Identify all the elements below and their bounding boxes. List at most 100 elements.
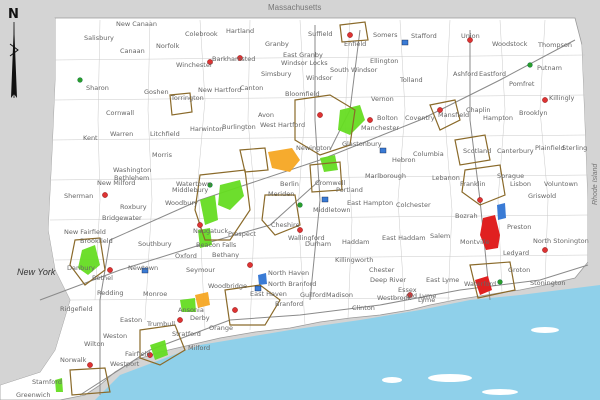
town-label: Brooklyn xyxy=(519,109,547,117)
town-label: Windsor Locks xyxy=(281,59,328,67)
town-label: Sterling xyxy=(562,144,587,152)
town-label: Plainfield xyxy=(535,144,565,152)
town-label: Avon xyxy=(258,111,274,119)
town-label: Colchester xyxy=(396,201,431,209)
town-label: Derby xyxy=(190,314,210,322)
town-label: North Haven xyxy=(268,269,309,277)
town-label: Preston xyxy=(507,223,531,231)
town-label: Harwinton xyxy=(190,125,223,133)
town-label: Somers xyxy=(373,31,398,39)
town-label: Middletown xyxy=(313,206,350,214)
town-label: East Haven xyxy=(250,290,287,298)
town-label: Wilton xyxy=(84,340,105,348)
town-label: Stafford xyxy=(411,32,437,40)
town-label: New Canaan xyxy=(116,20,157,28)
town-label: Litchfield xyxy=(150,130,180,138)
town-label: Ansonia xyxy=(178,306,204,314)
town-label: Clinton xyxy=(352,304,375,312)
town-label: Sharon xyxy=(86,84,109,92)
town-label: East Granby xyxy=(283,51,323,59)
town-label: Chaplin xyxy=(466,106,491,114)
town-label: Bolton xyxy=(377,114,398,122)
town-label: Thompson xyxy=(537,41,572,49)
town-label: Newtown xyxy=(128,264,158,272)
map-svg[interactable]: New Canaan Salisbury Colebrook Hartland … xyxy=(0,0,600,400)
town-label: Bethel xyxy=(92,274,113,282)
town-label: Bethany xyxy=(212,251,239,259)
town-label: Vernon xyxy=(371,95,394,103)
town-label: Montville xyxy=(460,238,490,246)
town-label: Killingworth xyxy=(335,256,373,264)
town-label: Griswold xyxy=(528,192,556,200)
town-label: Chester xyxy=(369,266,395,274)
town-label: Burlington xyxy=(222,123,256,131)
town-label: Deep River xyxy=(370,276,406,284)
town-label: Ashford xyxy=(453,70,478,78)
town-label: Beacon Falls xyxy=(196,241,237,249)
town-label: Scotland xyxy=(463,147,491,155)
town-label: Ellington xyxy=(370,57,398,65)
town-label: Milford xyxy=(188,344,210,352)
town-label: Naugatuck xyxy=(193,227,228,235)
town-label: Enfield xyxy=(344,40,366,48)
town-label: Hebron xyxy=(392,156,416,164)
town-label: Kent xyxy=(83,134,98,142)
town-label: Canton xyxy=(240,84,263,92)
town-label: North Stonington xyxy=(533,237,589,245)
town-label: Haddam xyxy=(342,238,369,246)
town-label: Coventry xyxy=(405,114,435,122)
town-label: Salisbury xyxy=(84,34,114,42)
town-label: South Windsor xyxy=(330,66,378,74)
town-label: East Lyme xyxy=(426,276,459,284)
town-label: Lebanon xyxy=(432,174,460,182)
town-label: Prospect xyxy=(228,230,256,238)
map-canvas[interactable]: New Canaan Salisbury Colebrook Hartland … xyxy=(0,0,600,400)
town-label: Meriden xyxy=(268,190,294,198)
town-label: Groton xyxy=(508,266,530,274)
town-label: Columbia xyxy=(413,150,444,158)
town-label: Greenwich xyxy=(16,391,51,399)
town-label: Oxford xyxy=(175,252,197,260)
town-label: Bridgewater xyxy=(102,214,142,222)
town-label: Roxbury xyxy=(120,203,147,211)
town-label: Orange xyxy=(209,324,233,332)
town-label: New Hartford xyxy=(198,86,241,94)
town-label: Eastford xyxy=(479,70,506,78)
town-label: Woodbury xyxy=(165,199,198,207)
svg-text:N: N xyxy=(8,7,19,22)
massachusetts-label: Massachusetts xyxy=(268,3,321,12)
town-label: Woodbridge xyxy=(208,282,247,290)
town-label: Suffield xyxy=(308,30,332,38)
town-label: Pomfret xyxy=(509,80,535,88)
town-label: Tolland xyxy=(399,76,423,84)
town-label: West Hartford xyxy=(260,121,305,129)
town-label: Sherman xyxy=(64,192,93,200)
town-label: Norwalk xyxy=(60,356,87,364)
town-label: Torrington xyxy=(170,94,204,102)
town-label: Weston xyxy=(103,332,127,340)
town-label: Newington xyxy=(296,144,331,152)
town-label: Goshen xyxy=(144,88,169,96)
town-label: Monroe xyxy=(143,290,167,298)
town-label: Seymour xyxy=(186,266,215,274)
town-label: Bozrah xyxy=(455,212,478,220)
rhode-island-label: Rhode Island xyxy=(592,163,599,205)
town-label: Mansfield xyxy=(438,111,469,119)
town-label: Winchester xyxy=(176,61,213,69)
town-label: Voluntown xyxy=(544,180,578,188)
town-label: Middlebury xyxy=(172,186,208,194)
town-label: East Hampton xyxy=(347,199,393,207)
town-label: Barkhamsted xyxy=(212,55,255,63)
town-label: Lyme xyxy=(418,296,435,304)
town-label: Trumbull xyxy=(146,320,175,328)
town-label: Waterford xyxy=(464,280,496,288)
town-label: Cheshire xyxy=(271,221,300,229)
town-label: Portland xyxy=(336,186,363,194)
town-label: Berlin xyxy=(280,180,299,188)
town-label: Bloomfield xyxy=(285,90,320,98)
town-label: Washington xyxy=(113,166,151,174)
town-label: Westbrook xyxy=(377,294,412,302)
town-label: Franklin xyxy=(460,180,486,188)
town-label: Ledyard xyxy=(503,249,529,257)
town-label: Westport xyxy=(110,360,140,368)
